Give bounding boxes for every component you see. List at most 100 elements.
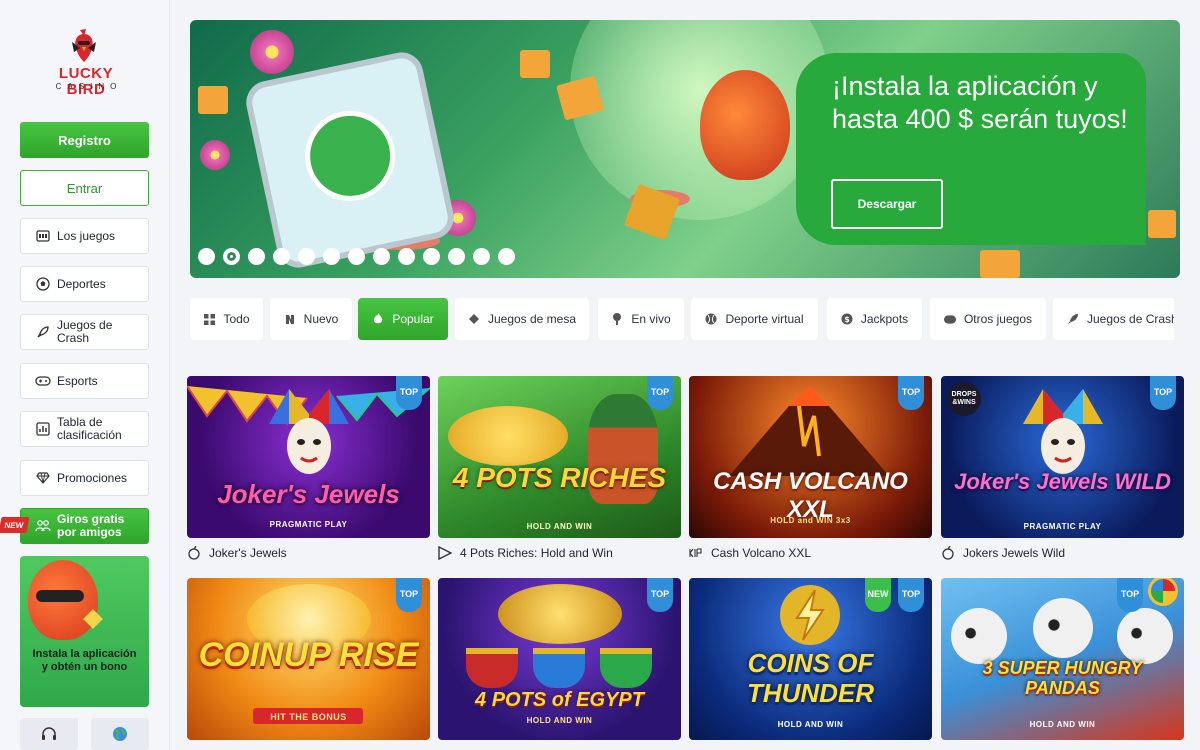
diamond-icon xyxy=(35,470,51,486)
slider-dot[interactable] xyxy=(448,248,465,265)
top-badge: TOP xyxy=(1150,376,1176,410)
rocket-small-icon xyxy=(1067,313,1079,325)
jester-mask-icon xyxy=(1023,389,1103,474)
language-button[interactable] xyxy=(91,718,149,750)
bird-mascot-image xyxy=(700,70,790,180)
tab-label: Nuevo xyxy=(303,312,339,326)
sidebar-item-sports[interactable]: Deportes xyxy=(20,266,149,302)
coin-icon: $ xyxy=(841,313,853,325)
slider-dot[interactable] xyxy=(398,248,415,265)
game-caption[interactable]: Cash Volcano XXL xyxy=(689,545,811,561)
game-tile-jokers-jewels-wild[interactable]: DROPS &WINS Joker's Jewels WILD PRAGMATIC… xyxy=(941,376,1184,538)
sidebar-item-leaderboard[interactable]: Tabla de clasificación xyxy=(20,411,149,447)
flower-decoration xyxy=(250,30,294,74)
soccer-ball-icon xyxy=(35,276,51,292)
game-name: 4 Pots Riches: Hold and Win xyxy=(460,546,613,560)
sidebar-item-label: Tabla de clasificación xyxy=(57,415,122,442)
game-art-subtitle: HIT THE BONUS xyxy=(270,712,347,722)
game-tile-3-super-hungry-pandas[interactable]: 3 SUPER HUNGRY PANDAS HOLD AND WIN TOP xyxy=(941,578,1184,740)
slider-dot[interactable] xyxy=(498,248,515,265)
gift-download-icon xyxy=(296,102,404,210)
game-tile-coins-of-thunder[interactable]: COINS OF THUNDER HOLD AND WIN NEW TOP xyxy=(689,578,932,740)
support-button[interactable] xyxy=(20,718,78,750)
new-badge: NEW xyxy=(0,517,30,533)
sidebar-item-crash-games[interactable]: Juegos de Crash xyxy=(20,314,149,350)
slider-dot[interactable] xyxy=(298,248,315,265)
login-button[interactable]: Entrar xyxy=(20,170,149,206)
tab-new[interactable]: Nuevo xyxy=(270,298,352,340)
treasure-pile-decoration xyxy=(498,584,622,644)
grid-icon xyxy=(203,313,215,325)
tab-popular[interactable]: Popular xyxy=(358,298,448,340)
provider-glyph-icon xyxy=(689,546,703,560)
tab-live[interactable]: En vivo xyxy=(598,298,684,340)
game-tile-4-pots-riches[interactable]: 4 POTS RICHES HOLD AND WIN TOP xyxy=(438,376,681,538)
download-button[interactable]: Descargar xyxy=(831,179,943,229)
sidebar-item-referral[interactable]: Giros gratis por amigos xyxy=(20,508,149,544)
tab-virtual-sports[interactable]: Deporte virtual xyxy=(691,298,818,340)
sidebar-item-label: Deportes xyxy=(57,276,106,291)
game-art-subtitle: HOLD AND WIN xyxy=(777,720,844,729)
game-art-title: Joker's Jewels xyxy=(217,479,400,509)
game-tile-jokers-jewels[interactable]: Joker's Jewels PRAGMATIC PLAY TOP xyxy=(187,376,430,538)
slider-dots xyxy=(198,248,523,265)
sidebar: LUCKY BIRD CASINO Registro Entrar Los ju… xyxy=(0,0,170,750)
volcano-image xyxy=(729,386,889,476)
tab-crash-games[interactable]: Juegos de Crash xyxy=(1053,298,1174,340)
slider-dot[interactable] xyxy=(423,248,440,265)
globe-icon xyxy=(113,727,127,741)
sidebar-item-label: Esports xyxy=(57,373,98,388)
category-tabs: Todo Nuevo Popular Juegos de mesa En viv… xyxy=(190,298,1174,340)
lightning-bolt-icon xyxy=(780,585,840,645)
tab-table-games[interactable]: Juegos de mesa xyxy=(455,298,589,340)
game-name: Jokers Jewels Wild xyxy=(963,546,1066,560)
tab-other-games[interactable]: Otros juegos xyxy=(930,298,1046,340)
brand-subtitle: CASINO xyxy=(55,82,123,91)
rocket-icon xyxy=(35,324,51,340)
sidebar-item-esports[interactable]: Esports xyxy=(20,363,149,399)
slider-dot[interactable] xyxy=(273,248,290,265)
sidebar-item-games[interactable]: Los juegos xyxy=(20,218,149,254)
slider-dot[interactable] xyxy=(223,248,240,265)
game-art-title: COINUP RISE xyxy=(198,636,419,674)
game-tile-4-pots-of-egypt[interactable]: 4 POTS of EGYPT HOLD AND WIN TOP xyxy=(438,578,681,740)
game-art-subtitle: HOLD AND WIN xyxy=(1029,720,1096,729)
slider-dot[interactable] xyxy=(198,248,215,265)
new-badge: NEW xyxy=(865,578,891,612)
game-tile-cash-volcano-xxl[interactable]: CASH VOLCANO XXL HOLD and WIN 3x3 TOP xyxy=(689,376,932,538)
app-promo-card[interactable]: Instala la aplicación y obtén un bono xyxy=(20,556,149,707)
new-icon xyxy=(284,313,296,325)
pot-decoration xyxy=(466,648,518,688)
gift-decoration xyxy=(980,250,1020,278)
slider-dot[interactable] xyxy=(473,248,490,265)
sidebar-item-promotions[interactable]: Promociones xyxy=(20,460,149,496)
game-art-title: COINS OF THUNDER xyxy=(746,648,875,708)
slider-dot[interactable] xyxy=(348,248,365,265)
panda-image xyxy=(951,608,1007,664)
live-icon xyxy=(611,313,623,325)
game-tile-coinup-rise[interactable]: COINUP RISE HIT THE BONUS TOP xyxy=(187,578,430,740)
top-badge: TOP xyxy=(647,376,673,410)
game-art-subtitle: HOLD AND WIN xyxy=(526,716,593,725)
top-badge: TOP xyxy=(647,578,673,612)
flower-decoration xyxy=(200,140,230,170)
slider-dot[interactable] xyxy=(248,248,265,265)
game-caption[interactable]: 4 Pots Riches: Hold and Win xyxy=(438,545,613,561)
slot-machine-icon xyxy=(35,228,51,244)
hero-banner[interactable]: ¡Instala la aplicación y hasta 400 $ ser… xyxy=(190,20,1180,278)
game-caption[interactable]: Joker's Jewels xyxy=(187,545,287,561)
tab-jackpots[interactable]: $ Jackpots xyxy=(827,298,922,340)
game-art-subtitle: HOLD AND WIN xyxy=(526,522,593,531)
gift-decoration xyxy=(198,86,228,114)
tab-all[interactable]: Todo xyxy=(190,298,263,340)
phone-illustration xyxy=(242,48,458,272)
diamond-small-icon xyxy=(468,313,480,325)
register-button[interactable]: Registro xyxy=(20,122,149,158)
slider-dot[interactable] xyxy=(373,248,390,265)
gift-decoration xyxy=(1148,210,1176,238)
brand-logo[interactable]: LUCKY BIRD CASINO xyxy=(40,26,132,100)
tab-label: En vivo xyxy=(631,312,671,326)
promo-card-text: Instala la aplicación y obtén un bono xyxy=(32,648,137,673)
slider-dot[interactable] xyxy=(323,248,340,265)
game-caption[interactable]: Jokers Jewels Wild xyxy=(941,545,1065,561)
